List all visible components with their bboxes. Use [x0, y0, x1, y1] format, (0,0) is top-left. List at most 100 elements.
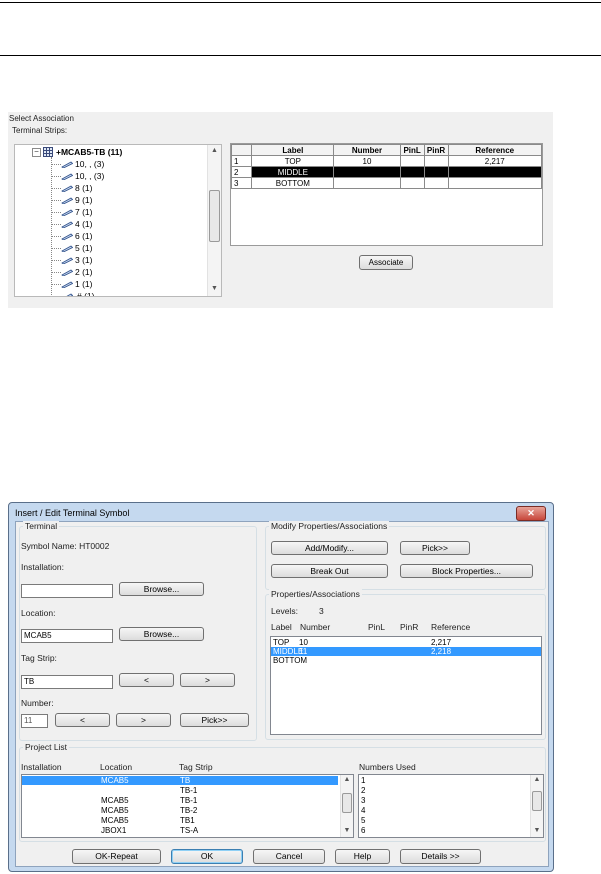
- dialog-body: Terminal Symbol Name: HT0002 Installatio…: [15, 521, 549, 867]
- numbers-used-scrollbar[interactable]: ▲ ▼: [530, 775, 543, 837]
- grid-cell-pinr[interactable]: [423, 166, 449, 178]
- tree-connector: [52, 236, 61, 237]
- grid-cell-pinl[interactable]: [399, 166, 425, 178]
- grid-cell-reference[interactable]: 2,217: [447, 155, 543, 167]
- tree-item[interactable]: 4 (1): [75, 218, 92, 230]
- props-row[interactable]: BOTTOM: [271, 656, 541, 665]
- grid-cell-pinr[interactable]: [423, 155, 449, 167]
- tree-connector: [52, 224, 61, 225]
- grid-row[interactable]: 3 BOTTOM: [230, 177, 543, 189]
- tree-item[interactable]: 7 (1): [75, 206, 92, 218]
- project-list-scrollbar[interactable]: ▲ ▼: [340, 775, 353, 837]
- details-button[interactable]: Details >>: [400, 849, 481, 864]
- numbers-used-item[interactable]: 4: [361, 806, 365, 815]
- grid-header-label[interactable]: Label: [251, 144, 335, 156]
- grid-cell-pinr[interactable]: [423, 177, 449, 189]
- installation-input[interactable]: [21, 584, 113, 598]
- tree-item[interactable]: 2 (1): [75, 266, 92, 278]
- grid-row-selected[interactable]: 2 MIDDLE: [230, 166, 543, 178]
- grid-header-number[interactable]: Number: [333, 144, 401, 156]
- terminal-strips-tree[interactable]: − +MCAB5-TB (11) 10, , (3) 10, , (3) 8 (1)…: [14, 144, 222, 297]
- project-row[interactable]: MCAB5 TB1: [22, 816, 338, 825]
- tree-connector: [52, 200, 61, 201]
- tree-item[interactable]: 10, , (3): [75, 158, 104, 170]
- numbers-used-item[interactable]: 6: [361, 826, 365, 835]
- props-list[interactable]: TOP 10 2,217 MIDDLE 11 2,218 BOTTOM: [270, 636, 542, 735]
- props-row[interactable]: TOP 10 2,217: [271, 638, 541, 647]
- grid-cell-number[interactable]: 10: [333, 155, 401, 167]
- numbers-used-list[interactable]: 123456 ▲ ▼: [358, 774, 544, 838]
- location-browse-button[interactable]: Browse...: [119, 627, 204, 641]
- ok-repeat-button[interactable]: OK-Repeat: [72, 849, 161, 864]
- collapse-icon[interactable]: −: [32, 148, 41, 157]
- number-next-button[interactable]: >: [116, 713, 171, 727]
- tree-connector: [52, 296, 61, 297]
- scroll-thumb[interactable]: [532, 791, 542, 811]
- location-input[interactable]: MCAB5: [21, 629, 113, 643]
- grid-cell-label[interactable]: TOP: [251, 155, 335, 167]
- project-row[interactable]: JBOX1 TS-A: [22, 826, 338, 835]
- tree-item[interactable]: 9 (1): [75, 194, 92, 206]
- scroll-down-arrow[interactable]: ▼: [531, 827, 543, 834]
- tree-item[interactable]: 6 (1): [75, 230, 92, 242]
- project-row[interactable]: MCAB5 TB-1: [22, 796, 338, 805]
- tag-strip-next-button[interactable]: >: [180, 673, 235, 687]
- grid-header-pinl[interactable]: PinL: [399, 144, 425, 156]
- tag-strip-prev-button[interactable]: <: [119, 673, 174, 687]
- project-row-selected[interactable]: MCAB5 TB: [22, 776, 338, 785]
- number-input[interactable]: 11: [21, 714, 48, 728]
- project-cell-tag-strip: TB-1: [180, 796, 198, 805]
- scroll-thumb[interactable]: [342, 793, 352, 813]
- grid-cell-pinl[interactable]: [399, 177, 425, 189]
- tree-item[interactable]: 3 (1): [75, 254, 92, 266]
- scroll-thumb[interactable]: [209, 190, 220, 242]
- tree-item[interactable]: 10, , (3): [75, 170, 104, 182]
- scroll-down-arrow[interactable]: ▼: [208, 285, 221, 292]
- tree-item[interactable]: 5 (1): [75, 242, 92, 254]
- add-modify-button[interactable]: Add/Modify...: [271, 541, 388, 555]
- tree-scrollbar[interactable]: ▲ ▼: [207, 145, 221, 296]
- numbers-used-item[interactable]: 5: [361, 816, 365, 825]
- tree-item[interactable]: 1 (1): [75, 278, 92, 290]
- close-icon[interactable]: ✕: [516, 506, 546, 521]
- grid-cell-number[interactable]: [333, 166, 401, 178]
- block-properties-button[interactable]: Block Properties...: [400, 564, 533, 578]
- grid-cell-reference[interactable]: [447, 166, 543, 178]
- project-row[interactable]: MCAB5 TB-2: [22, 806, 338, 815]
- modify-pick-button[interactable]: Pick>>: [400, 541, 470, 555]
- project-list[interactable]: MCAB5 TB TB-1 MCAB5 TB-1 MCAB5 TB-2 MCAB5 TB1 JBO…: [21, 774, 354, 838]
- grid-header-reference[interactable]: Reference: [447, 144, 543, 156]
- scroll-up-arrow[interactable]: ▲: [208, 147, 221, 154]
- numbers-used-item[interactable]: 2: [361, 786, 365, 795]
- tree-root[interactable]: +MCAB5-TB (11): [56, 146, 122, 158]
- association-grid[interactable]: Label Number PinL PinR Reference 1 TOP 1…: [230, 143, 543, 246]
- grid-cell-number[interactable]: [333, 177, 401, 189]
- scroll-up-arrow[interactable]: ▲: [341, 776, 353, 783]
- grid-row[interactable]: 1 TOP 10 2,217: [230, 155, 543, 167]
- grid-cell-reference[interactable]: [447, 177, 543, 189]
- tree-item[interactable]: 8 (1): [75, 182, 92, 194]
- project-cell-tag-strip: TS-A: [180, 826, 199, 835]
- number-prev-button[interactable]: <: [55, 713, 110, 727]
- cancel-button[interactable]: Cancel: [253, 849, 325, 864]
- scroll-up-arrow[interactable]: ▲: [531, 776, 543, 783]
- ok-button[interactable]: OK: [171, 849, 243, 864]
- tag-strip-input[interactable]: TB: [21, 675, 113, 689]
- tree-item[interactable]: # (1): [77, 290, 94, 296]
- project-list-group-title: Project List: [23, 742, 70, 752]
- modify-group-title: Modify Properties/Associations: [269, 521, 390, 531]
- associate-button[interactable]: Associate: [359, 255, 413, 270]
- grid-cell-label[interactable]: BOTTOM: [251, 177, 335, 189]
- props-row-selected[interactable]: MIDDLE 11 2,218: [271, 647, 541, 656]
- scroll-down-arrow[interactable]: ▼: [341, 827, 353, 834]
- numbers-used-item[interactable]: 3: [361, 796, 365, 805]
- help-button[interactable]: Help: [335, 849, 390, 864]
- number-pick-button[interactable]: Pick>>: [180, 713, 249, 727]
- break-out-button[interactable]: Break Out: [271, 564, 388, 578]
- installation-browse-button[interactable]: Browse...: [119, 582, 204, 596]
- grid-cell-pinl[interactable]: [399, 155, 425, 167]
- project-row[interactable]: TB-1: [22, 786, 338, 795]
- numbers-used-item[interactable]: 1: [361, 776, 365, 785]
- grid-header-pinr[interactable]: PinR: [423, 144, 449, 156]
- grid-cell-label[interactable]: MIDDLE: [251, 166, 335, 178]
